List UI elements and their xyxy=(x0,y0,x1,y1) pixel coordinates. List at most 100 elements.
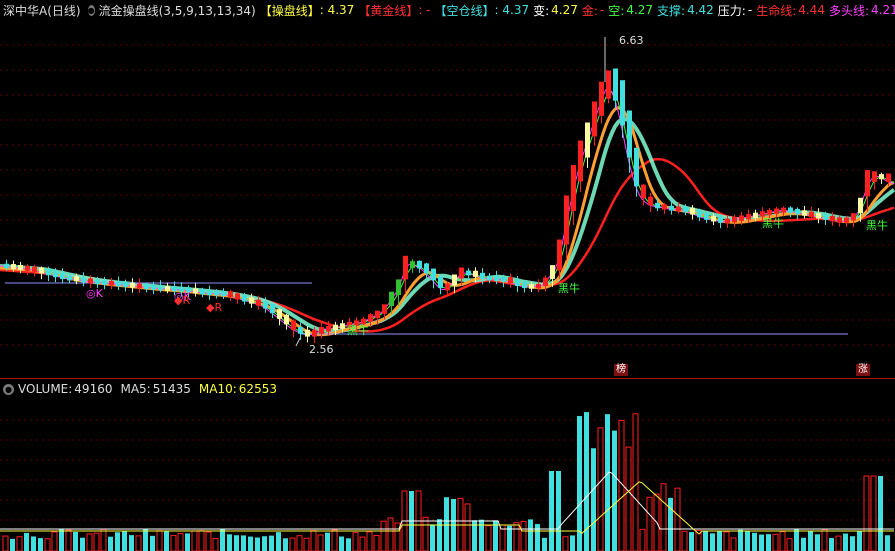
candlestick xyxy=(788,207,793,213)
candlestick xyxy=(557,239,562,271)
volume-bar xyxy=(430,524,435,551)
candlestick xyxy=(592,101,597,137)
volume-bar xyxy=(549,471,554,551)
volume-bar xyxy=(535,524,540,551)
volume-bar xyxy=(829,538,834,551)
shengming-value: 4.44 xyxy=(798,3,825,17)
volume-bar xyxy=(205,531,212,551)
candlestick xyxy=(81,277,86,283)
volume-bar xyxy=(65,529,72,551)
candlestick xyxy=(102,280,107,285)
candlestick xyxy=(599,81,604,116)
volume-bar xyxy=(850,536,855,551)
volume-bar xyxy=(380,520,387,551)
volume-bar xyxy=(723,531,730,551)
price-chart[interactable]: 6.632.56◎K ◎K◆R◆R黑牛黑牛黑牛 黑牛 xyxy=(0,20,895,360)
candlestick xyxy=(886,173,891,183)
candlestick xyxy=(263,301,268,309)
volume-bar xyxy=(170,535,177,551)
indicator-name[interactable]: 流金操盘线(3,5,9,13,13,34) xyxy=(99,2,256,19)
candlestick xyxy=(774,208,779,214)
volume-bar xyxy=(185,533,190,551)
kong-value: 4.27 xyxy=(626,3,654,17)
volume-bar xyxy=(352,532,359,551)
volume-bar xyxy=(241,535,246,551)
candlestick xyxy=(368,314,373,322)
indicator-header: 深中华A(日线) ● 流金操盘线(3,5,9,13,13,34) 【操盘线】 :… xyxy=(0,0,895,20)
volume-bar xyxy=(444,497,449,551)
candlestick xyxy=(879,174,884,180)
candlestick xyxy=(851,213,856,221)
volume-bar xyxy=(339,536,344,551)
candlestick xyxy=(844,217,849,223)
kongcang-value: : 4.37 xyxy=(494,3,530,17)
volume-bar xyxy=(373,534,380,551)
candlestick xyxy=(382,304,387,314)
volume-bar xyxy=(752,532,757,551)
gear-icon[interactable]: ● xyxy=(87,4,95,16)
candlestick xyxy=(32,266,37,272)
candlestick xyxy=(683,206,688,213)
volume-bar xyxy=(437,519,442,551)
candlestick xyxy=(207,290,212,296)
volume-bar xyxy=(794,529,799,551)
candlestick xyxy=(228,291,233,298)
red-life-line xyxy=(0,157,895,333)
candlestick xyxy=(200,289,205,295)
volume-bar xyxy=(177,532,184,551)
candlestick xyxy=(298,327,303,334)
candlestick xyxy=(480,272,485,279)
candlestick xyxy=(312,329,317,337)
volume-bar xyxy=(639,528,646,551)
volume-chart[interactable] xyxy=(0,399,895,551)
volume-bar xyxy=(325,532,330,551)
volume-bar xyxy=(660,483,667,551)
candlestick xyxy=(417,260,422,269)
candlestick xyxy=(718,217,723,223)
candlestick xyxy=(816,213,821,219)
gear-icon[interactable]: ● xyxy=(3,383,14,395)
volume-bar xyxy=(821,528,828,551)
volume-bar xyxy=(612,430,617,551)
candlestick xyxy=(753,212,758,219)
volume-bar xyxy=(689,532,694,551)
duotou-label: 多头线: xyxy=(828,3,869,18)
volume-bar xyxy=(16,536,23,551)
candlestick xyxy=(109,280,114,286)
candlestick xyxy=(214,291,219,296)
volume-bar xyxy=(878,476,883,551)
candlestick xyxy=(459,267,464,279)
magenta-line xyxy=(0,87,895,336)
yali-value: - xyxy=(747,3,753,17)
yali-label: 压力: xyxy=(717,3,746,18)
volume-bar xyxy=(255,537,260,551)
candlestick xyxy=(830,215,835,222)
huangjin-label: 【黄金线】 xyxy=(358,3,419,18)
candlestick xyxy=(67,275,72,281)
aqua-trend-band xyxy=(0,116,895,334)
candlestick xyxy=(508,277,513,284)
volume-bar xyxy=(150,535,155,551)
volume-bar xyxy=(31,536,36,551)
candlestick xyxy=(130,282,135,288)
volume-bar xyxy=(857,531,862,551)
candlestick xyxy=(158,285,163,291)
volume-bar xyxy=(135,535,142,551)
volume-bar xyxy=(808,531,813,551)
volume-bar xyxy=(93,532,100,551)
volume-bar xyxy=(387,517,394,551)
volume-bar xyxy=(885,535,890,551)
ma5-label: MA5: xyxy=(120,382,151,396)
volume-bar xyxy=(668,497,673,551)
duotou-value: 4.21 xyxy=(871,3,895,17)
candlestick xyxy=(732,216,737,223)
candlestick xyxy=(326,326,331,332)
volume-bar xyxy=(556,471,561,551)
volume-bar xyxy=(262,536,267,551)
volume-bar xyxy=(513,522,520,551)
volume-bar xyxy=(122,531,127,551)
volume-bar xyxy=(646,496,653,551)
stock-symbol[interactable]: 深中华A(日线) xyxy=(3,2,81,19)
volume-bar xyxy=(591,448,596,551)
volume-bar xyxy=(303,537,310,551)
